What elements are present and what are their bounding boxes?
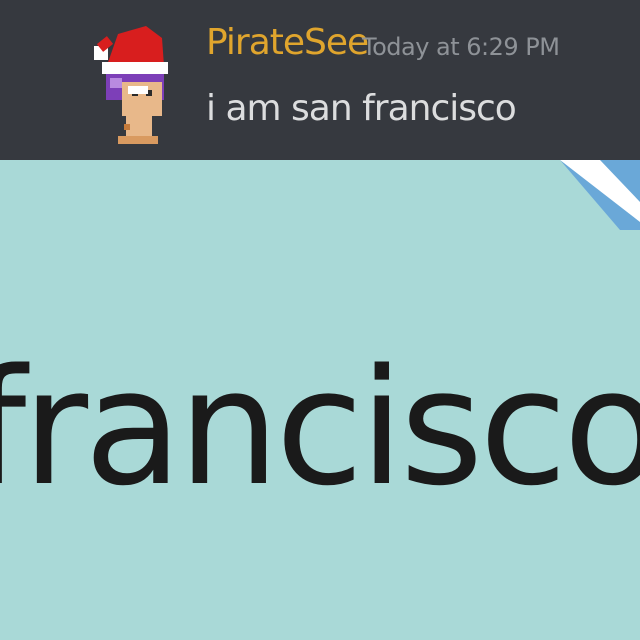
chat-message: PirateSee Today at 6:29 PM i am san fran…	[0, 0, 640, 160]
username[interactable]: PirateSee	[206, 22, 369, 63]
message-timestamp: Today at 6:29 PM	[362, 33, 560, 61]
map-image: francisco	[0, 160, 640, 640]
map-place-label: francisco	[0, 334, 640, 521]
message-text: i am san francisco	[206, 88, 517, 129]
avatar-icon[interactable]	[88, 20, 184, 148]
